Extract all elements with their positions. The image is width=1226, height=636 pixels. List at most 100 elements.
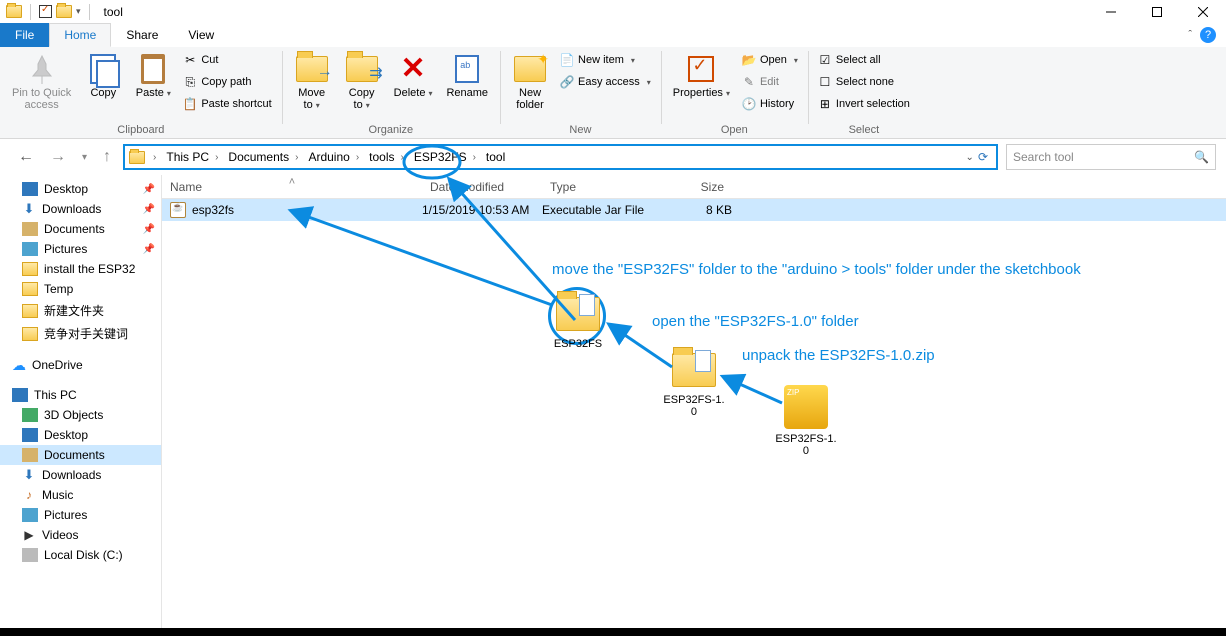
file-type: Executable Jar File <box>542 203 662 217</box>
close-button[interactable] <box>1180 0 1226 23</box>
address-bar-row: ← → ▾ ↑ › This PC› Documents› Arduino› t… <box>0 139 1226 175</box>
crumb-documents[interactable]: Documents› <box>224 150 302 164</box>
nav-this-pc[interactable]: This PC <box>0 385 161 405</box>
tab-file[interactable]: File <box>0 23 49 47</box>
nav-pc-pictures[interactable]: Pictures <box>0 505 161 525</box>
folder-icon <box>22 282 38 296</box>
recent-dropdown[interactable]: ▾ <box>78 152 91 163</box>
nav-desktop[interactable]: Desktop📌 <box>0 179 161 199</box>
pictures-icon <box>22 508 38 522</box>
crumb-this-pc[interactable]: This PC› <box>162 150 222 164</box>
nav-cn1[interactable]: 新建文件夹 <box>0 299 161 322</box>
column-name[interactable]: Name <box>162 180 422 194</box>
refresh-icon[interactable]: ⟳ <box>978 150 988 164</box>
new-folder-button[interactable]: New folder <box>506 49 554 115</box>
help-icon[interactable]: ? <box>1200 27 1216 43</box>
file-row-esp32fs[interactable]: esp32fs 1/15/2019 10:53 AM Executable Ja… <box>162 199 1226 221</box>
breadcrumb-folder-icon <box>129 151 145 164</box>
navigation-pane[interactable]: Desktop📌 ⬇Downloads📌 Documents📌 Pictures… <box>0 175 162 628</box>
new-item-label: New item <box>578 54 624 66</box>
forward-button[interactable]: → <box>46 148 70 166</box>
cut-button[interactable]: ✂ Cut <box>179 49 275 71</box>
new-item-button[interactable]: 📄 New item <box>556 49 655 71</box>
breadcrumb[interactable]: › This PC› Documents› Arduino› tools› ES… <box>123 144 998 170</box>
column-date[interactable]: Date modified <box>422 180 542 194</box>
minimize-button[interactable] <box>1088 0 1134 23</box>
properties-button[interactable]: Properties <box>667 49 736 103</box>
nav-documents[interactable]: Documents📌 <box>0 219 161 239</box>
up-button[interactable]: ↑ <box>99 148 115 166</box>
pin-to-quick-access-button[interactable]: Pin to Quick access <box>6 49 77 115</box>
nav-pictures[interactable]: Pictures📌 <box>0 239 161 259</box>
new-item-icon: 📄 <box>560 53 574 67</box>
column-type[interactable]: Type <box>542 180 662 194</box>
paste-shortcut-button[interactable]: 📋 Paste shortcut <box>179 93 275 115</box>
tab-view[interactable]: View <box>173 23 229 47</box>
search-icon: 🔍 <box>1194 150 1209 164</box>
chevron-right-icon[interactable]: › <box>151 152 156 163</box>
ribbon-group-select: ☑ Select all ☐ Select none ⊞ Invert sele… <box>808 47 920 138</box>
folder-icon <box>6 5 22 18</box>
nav-pc-desktop[interactable]: Desktop <box>0 425 161 445</box>
breadcrumb-dropdown-icon[interactable]: ⌄ <box>966 152 974 163</box>
invert-selection-button[interactable]: ⊞ Invert selection <box>814 93 914 115</box>
properties-qat-icon[interactable] <box>39 5 52 18</box>
qat-dropdown-icon[interactable]: ▾ <box>76 6 81 17</box>
nav-local-disk[interactable]: Local Disk (C:) <box>0 545 161 565</box>
crumb-tool[interactable]: tool <box>482 150 509 164</box>
nav-pc-videos[interactable]: ▶Videos <box>0 525 161 545</box>
copy-button[interactable]: Copy <box>79 49 127 103</box>
pin-icon: 📌 <box>143 244 155 255</box>
copy-to-button[interactable]: ⇉ Copy to <box>338 49 386 115</box>
copy-to-label: Copy to <box>349 87 375 111</box>
open-group-label: Open <box>721 124 748 136</box>
jar-file-icon <box>170 202 186 218</box>
documents-icon <box>22 222 38 236</box>
desktop-icon <box>22 182 38 196</box>
select-all-label: Select all <box>836 54 881 66</box>
delete-button[interactable]: ✕ Delete <box>388 49 439 103</box>
select-all-button[interactable]: ☑ Select all <box>814 49 914 71</box>
qat-separator <box>89 4 90 20</box>
nav-pc-documents[interactable]: Documents <box>0 445 161 465</box>
crumb-arduino[interactable]: Arduino› <box>304 150 363 164</box>
column-size[interactable]: Size <box>662 180 732 194</box>
copy-path-button[interactable]: ⎘ Copy path <box>179 71 275 93</box>
paste-shortcut-icon: 📋 <box>183 97 197 111</box>
nav-3d-objects[interactable]: 3D Objects <box>0 405 161 425</box>
rename-button[interactable]: Rename <box>440 49 494 103</box>
move-to-label: Move to <box>298 87 325 111</box>
select-none-button[interactable]: ☐ Select none <box>814 71 914 93</box>
open-button[interactable]: 📂 Open <box>738 49 802 71</box>
move-to-button[interactable]: → Move to <box>288 49 336 115</box>
content-pane[interactable]: Name Date modified Type Size esp32fs 1/1… <box>162 175 1226 628</box>
ribbon-collapse-icon[interactable]: ˆ <box>1188 29 1192 41</box>
nav-pc-downloads[interactable]: ⬇Downloads <box>0 465 161 485</box>
easy-access-button[interactable]: 🔗 Easy access <box>556 71 655 93</box>
tab-share[interactable]: Share <box>111 23 173 47</box>
select-none-label: Select none <box>836 76 894 88</box>
back-button[interactable]: ← <box>14 148 38 166</box>
ribbon: Pin to Quick access Copy Paste ✂ Cut ⎘ C… <box>0 47 1226 139</box>
crumb-esp32fs[interactable]: ESP32FS› <box>410 150 480 164</box>
nav-install-esp32[interactable]: install the ESP32 <box>0 259 161 279</box>
search-placeholder: Search tool <box>1013 150 1074 164</box>
disk-icon <box>22 548 38 562</box>
clipboard-group-label: Clipboard <box>117 124 164 136</box>
tab-home[interactable]: Home <box>49 23 111 47</box>
nav-pc-music[interactable]: ♪Music <box>0 485 161 505</box>
maximize-button[interactable] <box>1134 0 1180 23</box>
paste-button[interactable]: Paste <box>129 49 177 103</box>
edit-label: Edit <box>760 76 779 88</box>
nav-onedrive[interactable]: ☁OneDrive <box>0 355 161 375</box>
nav-temp[interactable]: Temp <box>0 279 161 299</box>
history-button[interactable]: 🕑 History <box>738 93 802 115</box>
new-folder-qat-icon[interactable] <box>56 5 72 18</box>
column-headers[interactable]: Name Date modified Type Size <box>162 175 1226 199</box>
nav-cn2[interactable]: 竞争对手关键词 <box>0 322 161 345</box>
search-input[interactable]: Search tool 🔍 <box>1006 144 1216 170</box>
nav-downloads[interactable]: ⬇Downloads📌 <box>0 199 161 219</box>
edit-button[interactable]: ✎ Edit <box>738 71 802 93</box>
music-icon: ♪ <box>22 488 36 502</box>
crumb-tools[interactable]: tools› <box>365 150 408 164</box>
